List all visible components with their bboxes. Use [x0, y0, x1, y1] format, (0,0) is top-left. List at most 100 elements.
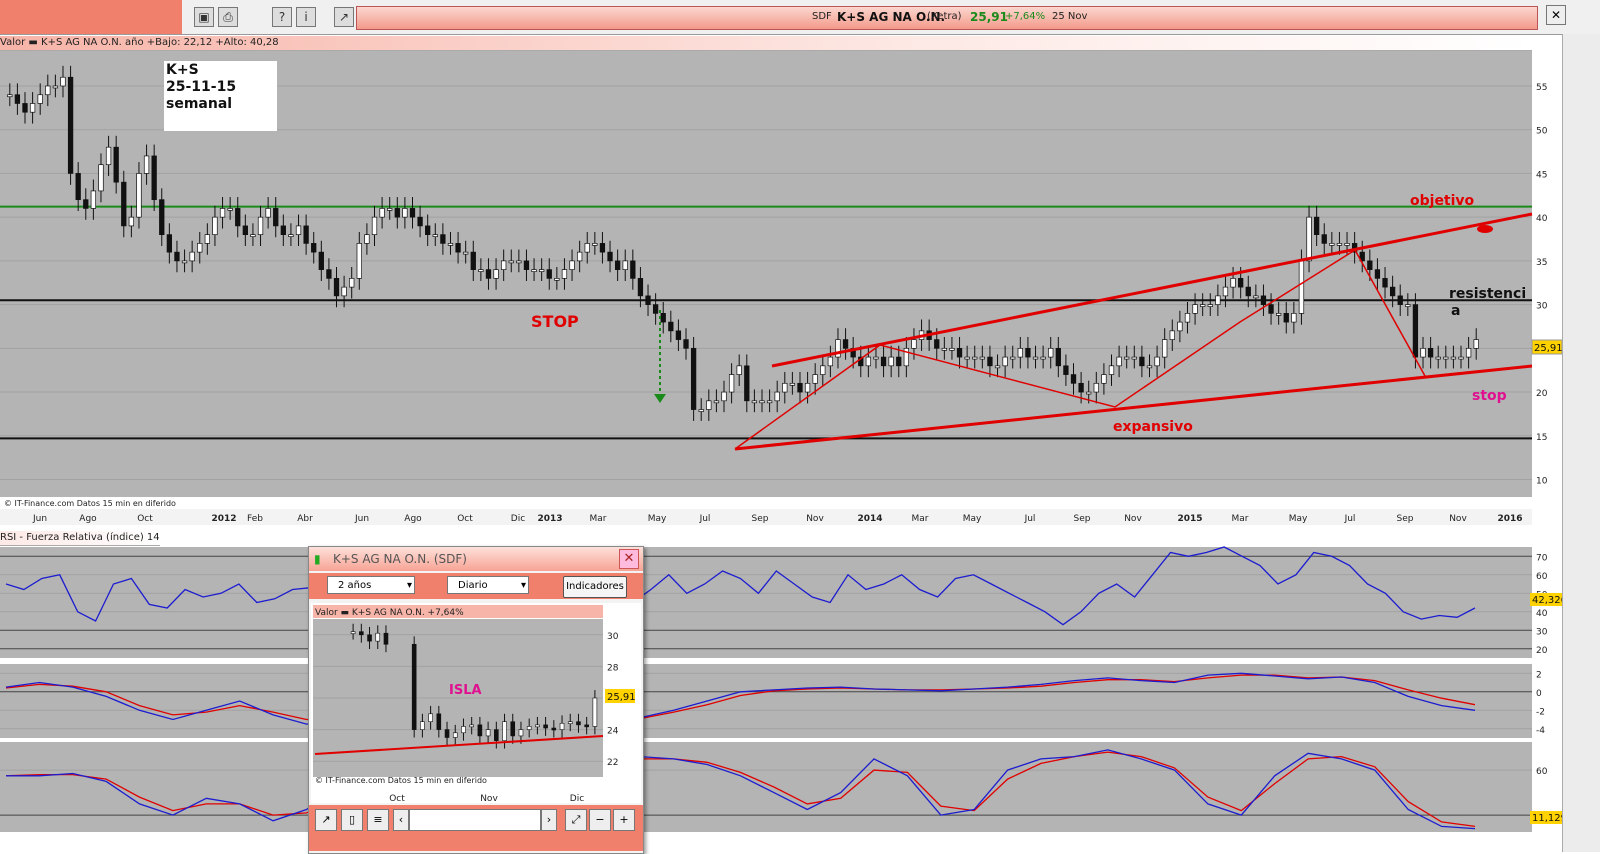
- candle-body: [539, 269, 545, 272]
- chevron-down-icon: ▾: [406, 580, 412, 591]
- chart-icon[interactable]: ↗: [315, 809, 337, 831]
- print-icon[interactable]: ⎙: [218, 7, 238, 27]
- candle-body: [873, 356, 879, 360]
- annotation-resistencia: resistenci: [1449, 286, 1526, 302]
- info-icon[interactable]: i: [296, 7, 316, 27]
- candle-body: [668, 321, 674, 332]
- candle-body: [143, 155, 150, 174]
- candle-body: [1351, 243, 1358, 253]
- x-tick-label: Ago: [79, 514, 97, 524]
- help-icon[interactable]: ?: [272, 7, 292, 27]
- candle-body: [508, 260, 514, 264]
- candle-body: [364, 234, 370, 244]
- candle-body: [637, 278, 644, 297]
- candle-body: [713, 400, 720, 404]
- close-icon[interactable]: ✕: [1546, 5, 1566, 25]
- candle-body: [1017, 347, 1023, 358]
- candle-body: [1139, 356, 1145, 367]
- candle-body: [751, 400, 758, 404]
- candle-body: [379, 208, 385, 218]
- popup-ytick-label: 24: [607, 727, 619, 737]
- indicators-button[interactable]: Indicadores: [563, 576, 627, 598]
- candle-body: [934, 339, 940, 349]
- indicator-ytick-label: 2: [1536, 670, 1542, 680]
- candle-body: [744, 365, 750, 402]
- x-axis-bar: [0, 509, 1532, 525]
- popup-x-tick-label: Dic: [570, 794, 584, 804]
- x-tick-label: Jul: [1344, 514, 1356, 524]
- popup-titlebar[interactable]: ▮ K+S AG NA O.N. (SDF) ✕: [309, 547, 643, 571]
- candle-body: [67, 76, 74, 174]
- candle-body: [349, 278, 355, 288]
- candle-body: [1389, 286, 1396, 297]
- popup-candle-body: [444, 729, 450, 738]
- candle-body: [1336, 243, 1343, 246]
- candle-body: [105, 146, 112, 166]
- candle-body: [402, 208, 408, 218]
- x-tick-label: Mar: [1232, 514, 1249, 524]
- price-ytick-label: 45: [1536, 170, 1547, 180]
- chevron-left-icon[interactable]: ‹: [393, 809, 409, 831]
- candle-body: [7, 94, 13, 98]
- candle-body: [371, 216, 378, 235]
- candle-body: [1283, 313, 1289, 323]
- candle-body: [1116, 356, 1122, 367]
- candle-body: [721, 391, 727, 402]
- popup-scrollbar[interactable]: [409, 809, 541, 831]
- price-ytick-label: 35: [1536, 258, 1547, 268]
- symbol-change: +7,64%: [1005, 11, 1046, 22]
- indicator-ytick-label: -2: [1536, 707, 1545, 717]
- candle-body: [83, 199, 89, 209]
- interval-select[interactable]: Diario ▾: [447, 576, 529, 594]
- candle-body: [98, 164, 104, 192]
- x-tick-label: May: [963, 514, 982, 524]
- symbol-bar[interactable]: SDF K+S AG NA O.N. (Xetra) 25,91 +7,64% …: [356, 6, 1538, 30]
- candle-body: [820, 365, 826, 375]
- stoch-k-series: [6, 749, 1476, 830]
- candle-body: [1298, 260, 1305, 314]
- candle-body: [288, 234, 294, 237]
- popup-window[interactable]: ▮ K+S AG NA O.N. (SDF) ✕ 2 años ▾ Diario ▾…: [308, 546, 644, 854]
- list-icon[interactable]: ≡: [367, 809, 389, 831]
- zoom-fit-icon[interactable]: ⤢: [565, 809, 587, 831]
- candle-body: [1215, 295, 1221, 305]
- chart-icon[interactable]: ↗: [334, 7, 354, 27]
- popup-candle-body: [502, 721, 507, 741]
- zoom-out-icon[interactable]: −: [589, 809, 611, 831]
- macd-panel-bg: [0, 664, 1532, 738]
- popup-close-icon[interactable]: ✕: [619, 549, 639, 569]
- candle-body: [1070, 374, 1077, 384]
- popup-candle-body: [518, 729, 524, 737]
- x-tick-label: Oct: [457, 514, 473, 524]
- candle-body: [1382, 278, 1388, 288]
- x-tick-label: Nov: [1124, 514, 1142, 524]
- x-tick-label: Ago: [404, 514, 422, 524]
- save-icon[interactable]: ▣: [194, 7, 214, 27]
- popup-candle-body: [567, 721, 573, 724]
- objetivo-marker: [1477, 225, 1493, 233]
- chevron-right-icon[interactable]: ›: [541, 809, 557, 831]
- candle-icon[interactable]: ▯: [341, 809, 363, 831]
- period-select[interactable]: 2 años ▾: [327, 576, 415, 594]
- candle-body: [394, 208, 400, 218]
- candle-body: [1344, 243, 1350, 246]
- popup-toolbar: ↗ ▯ ≡ ‹ › ⤢ − +: [309, 805, 643, 851]
- price-ytick-label: 25: [1536, 345, 1547, 355]
- indicator-ytick-label: 0: [1536, 689, 1542, 699]
- candle-body: [121, 181, 127, 227]
- candle-body: [1268, 304, 1274, 314]
- popup-candle-body: [452, 732, 458, 738]
- zoom-in-icon[interactable]: +: [613, 809, 635, 831]
- popup-candle-body: [576, 721, 581, 726]
- candle-body: [1443, 356, 1449, 360]
- x-tick-label: May: [648, 514, 667, 524]
- x-tick-label: Jul: [1024, 514, 1036, 524]
- vertical-scrollbar[interactable]: [1562, 34, 1600, 852]
- candle-body: [1374, 269, 1381, 279]
- popup-isla: ISLA: [449, 683, 482, 698]
- price-last-box: [1531, 339, 1563, 355]
- x-tick-label: Sep: [752, 514, 769, 524]
- candle-body: [728, 374, 735, 393]
- candle-body: [265, 208, 271, 218]
- candle-body: [1169, 330, 1175, 340]
